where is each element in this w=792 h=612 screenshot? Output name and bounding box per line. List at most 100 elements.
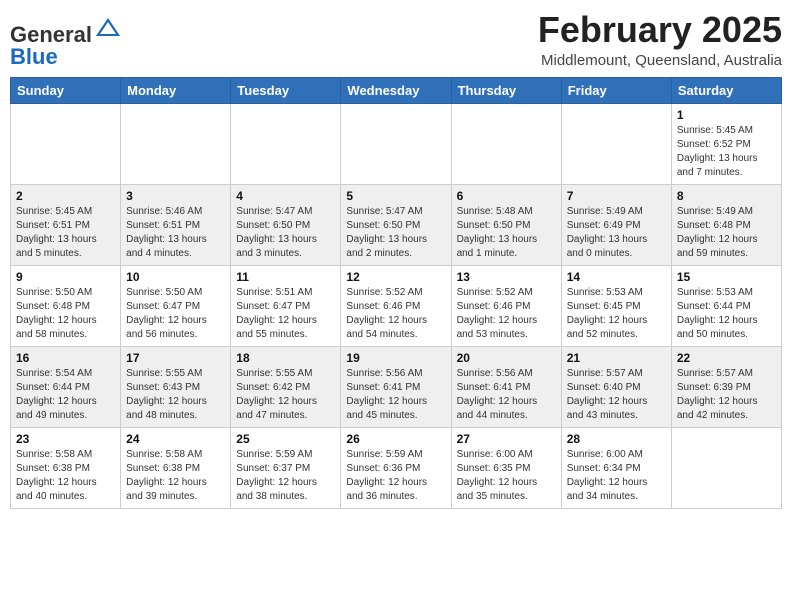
calendar-day-cell: 13 Sunrise: 5:52 AM Sunset: 6:46 PM Dayli… — [451, 266, 561, 347]
day-info: Sunrise: 5:58 AM Sunset: 6:38 PM Dayligh… — [16, 448, 115, 504]
calendar-week-row: 2 Sunrise: 5:45 AM Sunset: 6:51 PM Daylig… — [11, 185, 782, 266]
calendar-day-cell: 8 Sunrise: 5:49 AM Sunset: 6:48 PM Daylig… — [671, 185, 781, 266]
location: Middlemount, Queensland, Australia — [538, 52, 782, 69]
calendar-day-header: Saturday — [671, 78, 781, 104]
day-info: Sunrise: 5:48 AM Sunset: 6:50 PM Dayligh… — [457, 205, 556, 261]
day-info: Sunrise: 5:57 AM Sunset: 6:40 PM Dayligh… — [567, 367, 666, 423]
calendar-day-cell: 16 Sunrise: 5:54 AM Sunset: 6:44 PM Dayli… — [11, 347, 121, 428]
day-info: Sunrise: 5:45 AM Sunset: 6:51 PM Dayligh… — [16, 205, 115, 261]
day-number: 17 — [126, 351, 225, 365]
day-number: 10 — [126, 270, 225, 284]
calendar-day-cell: 15 Sunrise: 5:53 AM Sunset: 6:44 PM Dayli… — [671, 266, 781, 347]
calendar-day-cell — [561, 104, 671, 185]
calendar-day-cell: 18Sunrise: 5:55 AM Sunset: 6:42 PM Dayli… — [231, 347, 341, 428]
day-info: Sunrise: 5:53 AM Sunset: 6:44 PM Dayligh… — [677, 286, 776, 342]
day-info: Sunrise: 5:57 AM Sunset: 6:39 PM Dayligh… — [677, 367, 776, 423]
day-number: 19 — [346, 351, 445, 365]
calendar-day-header: Wednesday — [341, 78, 451, 104]
day-number: 7 — [567, 189, 666, 203]
day-info: Sunrise: 5:51 AM Sunset: 6:47 PM Dayligh… — [236, 286, 335, 342]
calendar-day-cell — [671, 428, 781, 509]
calendar-week-row: 16 Sunrise: 5:54 AM Sunset: 6:44 PM Dayli… — [11, 347, 782, 428]
logo: General Blue — [10, 10, 122, 69]
day-number: 20 — [457, 351, 556, 365]
day-info: Sunrise: 5:59 AM Sunset: 6:37 PM Dayligh… — [236, 448, 335, 504]
calendar-day-cell: 14Sunrise: 5:53 AM Sunset: 6:45 PM Dayli… — [561, 266, 671, 347]
calendar-day-cell — [11, 104, 121, 185]
calendar-day-cell: 17 Sunrise: 5:55 AM Sunset: 6:43 PM Dayli… — [121, 347, 231, 428]
calendar-day-cell: 23 Sunrise: 5:58 AM Sunset: 6:38 PM Dayli… — [11, 428, 121, 509]
day-number: 9 — [16, 270, 115, 284]
logo-icon — [94, 14, 122, 42]
day-info: Sunrise: 5:52 AM Sunset: 6:46 PM Dayligh… — [457, 286, 556, 342]
day-number: 5 — [346, 189, 445, 203]
calendar-day-cell — [231, 104, 341, 185]
day-number: 13 — [457, 270, 556, 284]
day-info: Sunrise: 5:45 AM Sunset: 6:52 PM Dayligh… — [677, 124, 776, 180]
day-number: 6 — [457, 189, 556, 203]
day-number: 22 — [677, 351, 776, 365]
month-title: February 2025 — [538, 10, 782, 50]
day-number: 8 — [677, 189, 776, 203]
calendar-table: SundayMondayTuesdayWednesdayThursdayFrid… — [10, 77, 782, 509]
calendar-week-row: 9 Sunrise: 5:50 AM Sunset: 6:48 PM Daylig… — [11, 266, 782, 347]
day-number: 14 — [567, 270, 666, 284]
day-number: 26 — [346, 432, 445, 446]
day-number: 2 — [16, 189, 115, 203]
day-info: Sunrise: 5:52 AM Sunset: 6:46 PM Dayligh… — [346, 286, 445, 342]
calendar-day-cell: 27 Sunrise: 6:00 AM Sunset: 6:35 PM Dayli… — [451, 428, 561, 509]
calendar-day-cell: 6 Sunrise: 5:48 AM Sunset: 6:50 PM Daylig… — [451, 185, 561, 266]
calendar-day-cell — [341, 104, 451, 185]
calendar-day-header: Thursday — [451, 78, 561, 104]
day-number: 21 — [567, 351, 666, 365]
day-number: 16 — [16, 351, 115, 365]
day-number: 18 — [236, 351, 335, 365]
calendar-day-cell: 7 Sunrise: 5:49 AM Sunset: 6:49 PM Daylig… — [561, 185, 671, 266]
calendar-day-header: Tuesday — [231, 78, 341, 104]
day-info: Sunrise: 5:49 AM Sunset: 6:49 PM Dayligh… — [567, 205, 666, 261]
calendar-day-header: Friday — [561, 78, 671, 104]
day-info: Sunrise: 5:58 AM Sunset: 6:38 PM Dayligh… — [126, 448, 225, 504]
day-number: 3 — [126, 189, 225, 203]
calendar-day-cell: 22 Sunrise: 5:57 AM Sunset: 6:39 PM Dayli… — [671, 347, 781, 428]
calendar-day-cell: 26 Sunrise: 5:59 AM Sunset: 6:36 PM Dayli… — [341, 428, 451, 509]
day-info: Sunrise: 5:54 AM Sunset: 6:44 PM Dayligh… — [16, 367, 115, 423]
day-number: 27 — [457, 432, 556, 446]
calendar-day-cell: 19 Sunrise: 5:56 AM Sunset: 6:41 PM Dayli… — [341, 347, 451, 428]
calendar-header-row: SundayMondayTuesdayWednesdayThursdayFrid… — [11, 78, 782, 104]
day-info: Sunrise: 5:55 AM Sunset: 6:43 PM Dayligh… — [126, 367, 225, 423]
day-info: Sunrise: 6:00 AM Sunset: 6:35 PM Dayligh… — [457, 448, 556, 504]
day-number: 4 — [236, 189, 335, 203]
day-info: Sunrise: 5:46 AM Sunset: 6:51 PM Dayligh… — [126, 205, 225, 261]
title-block: February 2025 Middlemount, Queensland, A… — [538, 10, 782, 69]
day-number: 12 — [346, 270, 445, 284]
day-number: 23 — [16, 432, 115, 446]
day-info: Sunrise: 5:50 AM Sunset: 6:48 PM Dayligh… — [16, 286, 115, 342]
calendar-day-cell — [451, 104, 561, 185]
calendar-day-cell: 10 Sunrise: 5:50 AM Sunset: 6:47 PM Dayli… — [121, 266, 231, 347]
day-info: Sunrise: 5:47 AM Sunset: 6:50 PM Dayligh… — [346, 205, 445, 261]
day-info: Sunrise: 5:47 AM Sunset: 6:50 PM Dayligh… — [236, 205, 335, 261]
calendar-day-cell: 24 Sunrise: 5:58 AM Sunset: 6:38 PM Dayli… — [121, 428, 231, 509]
day-number: 28 — [567, 432, 666, 446]
day-info: Sunrise: 5:49 AM Sunset: 6:48 PM Dayligh… — [677, 205, 776, 261]
day-info: Sunrise: 5:50 AM Sunset: 6:47 PM Dayligh… — [126, 286, 225, 342]
calendar-day-cell: 11Sunrise: 5:51 AM Sunset: 6:47 PM Dayli… — [231, 266, 341, 347]
calendar-week-row: 1 Sunrise: 5:45 AM Sunset: 6:52 PM Daylig… — [11, 104, 782, 185]
logo-blue-text: Blue — [10, 44, 58, 69]
calendar-day-cell: 12 Sunrise: 5:52 AM Sunset: 6:46 PM Dayli… — [341, 266, 451, 347]
day-number: 15 — [677, 270, 776, 284]
calendar-day-cell: 25 Sunrise: 5:59 AM Sunset: 6:37 PM Dayli… — [231, 428, 341, 509]
day-number: 25 — [236, 432, 335, 446]
calendar-day-cell: 2 Sunrise: 5:45 AM Sunset: 6:51 PM Daylig… — [11, 185, 121, 266]
day-info: Sunrise: 5:56 AM Sunset: 6:41 PM Dayligh… — [457, 367, 556, 423]
day-info: Sunrise: 5:56 AM Sunset: 6:41 PM Dayligh… — [346, 367, 445, 423]
calendar-day-cell — [121, 104, 231, 185]
calendar-day-cell: 20 Sunrise: 5:56 AM Sunset: 6:41 PM Dayli… — [451, 347, 561, 428]
day-info: Sunrise: 6:00 AM Sunset: 6:34 PM Dayligh… — [567, 448, 666, 504]
day-number: 24 — [126, 432, 225, 446]
day-number: 1 — [677, 108, 776, 122]
day-info: Sunrise: 5:59 AM Sunset: 6:36 PM Dayligh… — [346, 448, 445, 504]
calendar-day-header: Monday — [121, 78, 231, 104]
calendar-day-cell: 4 Sunrise: 5:47 AM Sunset: 6:50 PM Daylig… — [231, 185, 341, 266]
